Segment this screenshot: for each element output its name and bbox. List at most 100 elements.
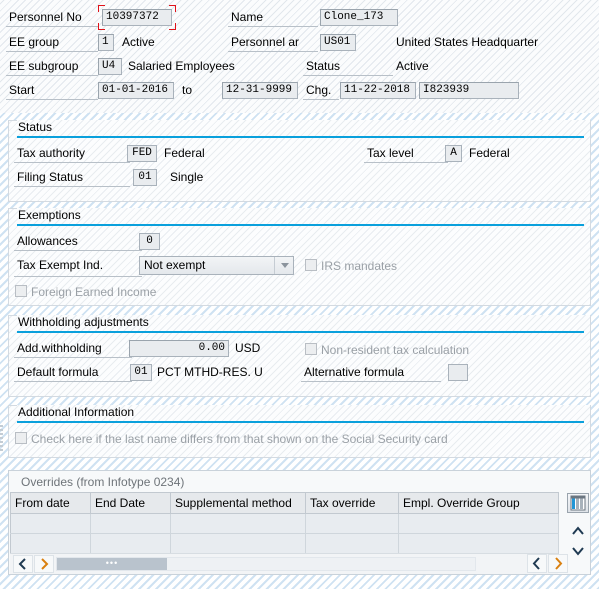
page-left-button[interactable] bbox=[527, 554, 547, 573]
scrollbar-thumb[interactable]: ••• bbox=[57, 558, 167, 570]
ee-subgroup-input[interactable]: U4 bbox=[98, 58, 122, 75]
currency-label: USD bbox=[235, 341, 261, 355]
cell-empl-override-group[interactable] bbox=[398, 533, 559, 554]
employee-header: Personnel No 10397372 EE group 1 Active … bbox=[0, 0, 599, 113]
to-label: to bbox=[182, 83, 193, 97]
start-date-input[interactable]: 01-01-2016 bbox=[98, 82, 174, 99]
status-group: Status Tax authority FED Federal Filing … bbox=[8, 120, 591, 202]
status-group-title: Status bbox=[18, 120, 53, 134]
irs-mandates-label: IRS mandates bbox=[321, 259, 398, 273]
cell-supplemental-method[interactable] bbox=[170, 533, 306, 554]
cell-supplemental-method[interactable] bbox=[170, 513, 306, 534]
table-row[interactable] bbox=[10, 513, 559, 534]
cell-from-date[interactable] bbox=[10, 533, 91, 554]
personnel-no-input[interactable]: 10397372 bbox=[102, 9, 172, 26]
additional-information-group: Additional Information Check here if the… bbox=[8, 405, 591, 458]
chevron-down-icon bbox=[281, 263, 289, 268]
cell-from-date[interactable] bbox=[10, 513, 91, 534]
tax-level-text: Federal bbox=[469, 146, 510, 160]
table-settings-icon bbox=[570, 495, 586, 511]
page-right-button[interactable] bbox=[548, 554, 568, 573]
additional-information-rule bbox=[17, 421, 584, 423]
personnel-area-text: United States Headquarter bbox=[396, 35, 539, 49]
overrides-table: From date End Date Supplemental method T… bbox=[10, 492, 559, 554]
table-header-row: From date End Date Supplemental method T… bbox=[10, 492, 559, 514]
add-withholding-label: Add.withholding bbox=[14, 341, 132, 358]
chevron-down-icon bbox=[572, 547, 584, 556]
tax-authority-input[interactable]: FED bbox=[127, 145, 157, 162]
status-group-rule bbox=[17, 136, 584, 138]
name-label: Name bbox=[228, 10, 318, 27]
column-header-supplemental-method[interactable]: Supplemental method bbox=[170, 492, 306, 514]
status-label: Status bbox=[303, 59, 393, 76]
personnel-area-input[interactable]: US01 bbox=[320, 34, 356, 51]
cell-empl-override-group[interactable] bbox=[398, 513, 559, 534]
chevron-right-icon bbox=[555, 557, 563, 570]
cell-tax-override[interactable] bbox=[305, 513, 399, 534]
exemptions-group-rule bbox=[17, 224, 584, 226]
non-resident-tax-checkbox[interactable] bbox=[305, 343, 317, 355]
withholding-group: Withholding adjustments Add.withholding … bbox=[8, 315, 591, 397]
default-formula-text: PCT MTHD-RES. U bbox=[157, 365, 263, 379]
chevron-right-icon bbox=[41, 558, 49, 570]
default-formula-input[interactable]: 01 bbox=[130, 364, 152, 381]
exemptions-group: Exemptions Allowances 0 Tax Exempt Ind. … bbox=[8, 208, 591, 306]
cell-tax-override[interactable] bbox=[305, 533, 399, 554]
non-resident-tax-label: Non-resident tax calculation bbox=[321, 343, 470, 357]
tax-exempt-select[interactable]: Not exempt bbox=[139, 256, 294, 275]
tax-authority-text: Federal bbox=[164, 146, 205, 160]
tax-level-input[interactable]: A bbox=[445, 145, 462, 162]
table-scroll-down-button[interactable] bbox=[567, 541, 589, 561]
horizontal-scrollbar[interactable]: ••• bbox=[10, 553, 558, 574]
column-header-tax-override[interactable]: Tax override bbox=[305, 492, 399, 514]
table-row[interactable] bbox=[10, 533, 559, 554]
default-formula-label: Default formula bbox=[14, 365, 132, 382]
chg-user-input: I823939 bbox=[419, 82, 519, 99]
table-scroll-up-button[interactable] bbox=[567, 521, 589, 541]
personnel-no-label: Personnel No bbox=[6, 10, 98, 27]
chevron-left-icon bbox=[18, 558, 26, 570]
tax-level-label: Tax level bbox=[364, 146, 448, 163]
scroll-left-button[interactable] bbox=[13, 555, 33, 573]
additional-information-title: Additional Information bbox=[18, 405, 135, 419]
allowances-input[interactable]: 0 bbox=[139, 233, 160, 250]
ee-subgroup-label: EE subgroup bbox=[6, 59, 98, 76]
name-input[interactable]: Clone_173 bbox=[320, 9, 398, 26]
withholding-group-rule bbox=[17, 331, 584, 333]
filing-status-input[interactable]: 01 bbox=[133, 169, 157, 186]
ssn-name-differs-checkbox[interactable] bbox=[15, 432, 27, 444]
filing-status-label: Filing Status bbox=[14, 170, 130, 187]
cell-end-date[interactable] bbox=[90, 513, 171, 534]
allowances-label: Allowances bbox=[14, 234, 142, 251]
status-text: Active bbox=[396, 59, 429, 73]
column-header-from-date[interactable]: From date bbox=[10, 492, 91, 514]
scroll-right-button[interactable] bbox=[34, 555, 54, 573]
filing-status-text: Single bbox=[170, 170, 204, 184]
chevron-up-icon bbox=[572, 526, 584, 535]
tax-authority-label: Tax authority bbox=[14, 146, 130, 163]
sap-infotype-screen: Personnel No 10397372 EE group 1 Active … bbox=[0, 0, 599, 589]
cell-end-date[interactable] bbox=[90, 533, 171, 554]
chg-date-input: 11-22-2018 bbox=[340, 82, 416, 99]
table-settings-button[interactable] bbox=[567, 493, 589, 513]
ee-group-input[interactable]: 1 bbox=[98, 34, 114, 51]
personnel-area-label: Personnel ar bbox=[228, 35, 318, 52]
scrollbar-track[interactable]: ••• bbox=[56, 557, 476, 571]
tax-exempt-value: Not exempt bbox=[144, 258, 206, 272]
end-date-input[interactable]: 12-31-9999 bbox=[222, 82, 298, 99]
ssn-name-differs-label: Check here if the last name differs from… bbox=[31, 432, 448, 446]
overrides-title: Overrides (from Infotype 0234) bbox=[21, 475, 185, 489]
ee-subgroup-text: Salaried Employees bbox=[128, 59, 235, 73]
column-header-end-date[interactable]: End Date bbox=[90, 492, 171, 514]
foreign-earned-income-checkbox[interactable] bbox=[15, 285, 27, 297]
ee-group-text: Active bbox=[122, 35, 155, 49]
foreign-earned-income-label: Foreign Earned Income bbox=[31, 285, 157, 299]
start-label: Start bbox=[6, 83, 98, 100]
resize-grip-left[interactable] bbox=[0, 425, 3, 463]
alternative-formula-label: Alternative formula bbox=[301, 365, 441, 382]
column-header-empl-override-group[interactable]: Empl. Override Group bbox=[398, 492, 559, 514]
alternative-formula-input[interactable] bbox=[448, 364, 468, 381]
dropdown-divider bbox=[274, 257, 275, 274]
irs-mandates-checkbox[interactable] bbox=[305, 259, 317, 271]
add-withholding-input[interactable]: 0.00 bbox=[129, 340, 229, 357]
